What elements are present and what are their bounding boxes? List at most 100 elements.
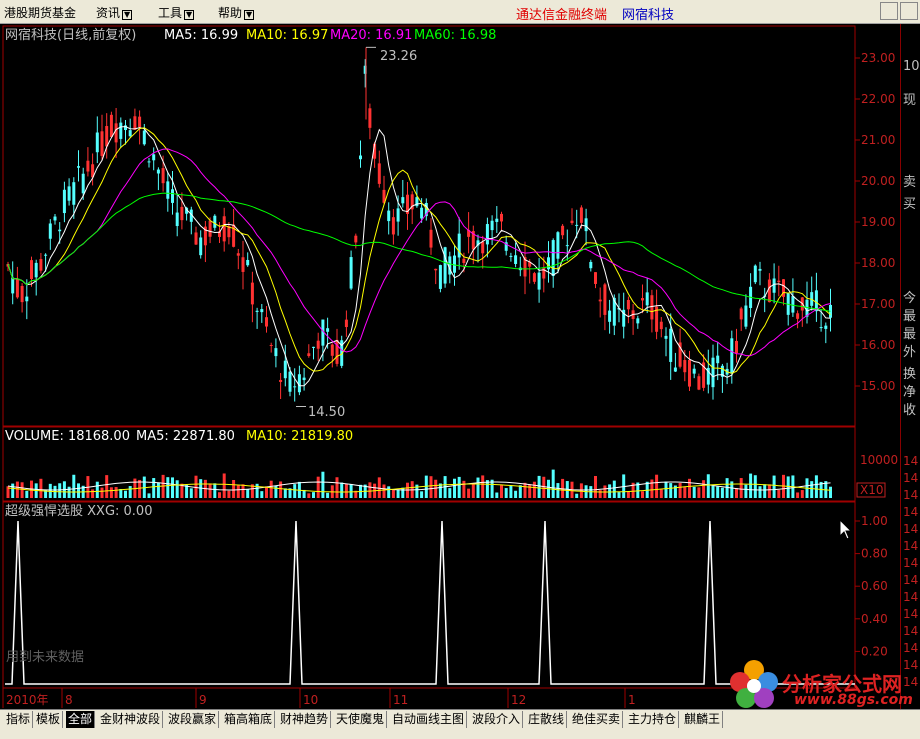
tab-item[interactable]: 箱高箱底 bbox=[222, 711, 276, 728]
volume-bar bbox=[739, 478, 743, 498]
volume-bar bbox=[608, 484, 612, 498]
volume-bar bbox=[542, 476, 546, 498]
volume-bar bbox=[340, 482, 344, 498]
right-panel-label: 外 bbox=[903, 345, 917, 360]
tab-item[interactable]: 模板 bbox=[34, 711, 64, 728]
volume-bar bbox=[185, 485, 189, 498]
volume-bar bbox=[697, 487, 701, 498]
right-panel-label: 净 bbox=[903, 385, 917, 400]
volume-bar bbox=[434, 479, 438, 498]
volume-bar bbox=[711, 485, 715, 498]
tab-item[interactable]: 绝佳买卖 bbox=[570, 711, 624, 728]
tab-item[interactable]: 波段介入 bbox=[470, 711, 524, 728]
candle-body bbox=[387, 210, 391, 222]
stock-chart[interactable]: 23.00 22.00 21.00 20.00 19.00 18.00 17.00 16.00… bbox=[0, 24, 900, 709]
candle-body bbox=[359, 155, 362, 160]
candle-body bbox=[434, 268, 438, 271]
stock-name-title: 网宿科技 bbox=[622, 8, 675, 23]
volume-bar bbox=[232, 479, 236, 498]
candle-body bbox=[142, 130, 146, 145]
tab-item[interactable]: 全部 bbox=[66, 711, 96, 728]
volume-bar bbox=[829, 486, 832, 498]
volume-bar bbox=[114, 487, 118, 498]
volume-bar bbox=[448, 488, 452, 498]
candle-body bbox=[735, 340, 738, 354]
volume-bar bbox=[810, 481, 814, 498]
chevron-down-icon: ▼ bbox=[184, 10, 195, 20]
tab-item[interactable]: 指标 bbox=[4, 711, 34, 728]
candle-body bbox=[171, 189, 174, 203]
minimize-button[interactable] bbox=[880, 2, 898, 20]
volume-bar bbox=[786, 476, 790, 498]
volume-label: VOLUME: 18168.00 bbox=[5, 429, 130, 444]
volume-bar bbox=[138, 479, 142, 498]
menu-hk-futures[interactable]: 港股期货基金 bbox=[4, 4, 76, 21]
candle-body bbox=[246, 259, 250, 266]
candle-body bbox=[269, 344, 273, 346]
tab-item[interactable]: 天使魔鬼 bbox=[334, 711, 388, 728]
close-button[interactable] bbox=[900, 2, 918, 20]
price-tick-label: 16.00 bbox=[861, 338, 895, 352]
candle-body bbox=[180, 206, 184, 221]
volume-bar bbox=[391, 489, 395, 498]
ma60-label: MA60: 16.98 bbox=[414, 28, 496, 43]
volume-bar bbox=[147, 493, 151, 498]
volume-bar bbox=[20, 482, 24, 498]
menu-tools-label: 工具 bbox=[158, 6, 183, 20]
indicator-tick-label: 0.80 bbox=[861, 547, 888, 561]
tab-item[interactable]: 麒麟王 bbox=[682, 711, 724, 728]
high-price-label: 23.26 bbox=[380, 49, 417, 64]
right-panel-tick: 14 bbox=[903, 573, 919, 587]
candle-body bbox=[711, 357, 715, 388]
volume-bar bbox=[321, 471, 325, 498]
candle-body bbox=[805, 299, 809, 317]
volume-bar bbox=[655, 474, 659, 498]
candle-body bbox=[133, 116, 137, 130]
tab-item[interactable]: 庄散线 bbox=[526, 711, 568, 728]
right-panel-tick: 14 bbox=[903, 522, 919, 536]
tab-item[interactable]: 财神趋势 bbox=[278, 711, 332, 728]
candle-body bbox=[349, 257, 353, 289]
volume-bar bbox=[401, 487, 405, 498]
volume-bar bbox=[58, 483, 62, 498]
candle-body bbox=[147, 161, 151, 163]
tab-item[interactable]: 自动画线主图 bbox=[390, 711, 468, 728]
candle-body bbox=[368, 108, 372, 128]
tab-item[interactable]: 主力持仓 bbox=[626, 711, 680, 728]
candle-body bbox=[730, 338, 734, 374]
right-panel-label: 收 bbox=[903, 403, 917, 418]
candle-body bbox=[584, 218, 588, 232]
future-data-warning: 用到未来数据 bbox=[6, 650, 84, 665]
volume-bar bbox=[109, 487, 113, 498]
volume-bar bbox=[735, 488, 738, 498]
candle-body bbox=[457, 233, 461, 258]
volume-bar bbox=[387, 486, 391, 498]
volume-bar bbox=[650, 479, 654, 498]
candle-body bbox=[194, 232, 198, 245]
volume-bar bbox=[777, 489, 781, 498]
candle-body bbox=[509, 255, 513, 257]
candle-body bbox=[293, 386, 297, 388]
candle-body bbox=[500, 213, 503, 222]
candle-body bbox=[767, 279, 771, 303]
menu-tools[interactable]: 工具 ▼ bbox=[158, 4, 195, 21]
candle-body bbox=[11, 277, 15, 294]
menu-news[interactable]: 资讯 ▼ bbox=[96, 4, 133, 21]
candle-body bbox=[669, 328, 673, 362]
candle-body bbox=[260, 309, 264, 313]
candle-body bbox=[48, 223, 52, 239]
menu-help[interactable]: 帮助 ▼ bbox=[218, 4, 255, 21]
price-tick-label: 18.00 bbox=[861, 256, 895, 270]
candle-body bbox=[67, 186, 71, 201]
volume-bar bbox=[156, 482, 160, 498]
right-panel-tick: 14 bbox=[903, 641, 919, 655]
candle-body bbox=[100, 131, 104, 156]
tab-item[interactable]: 波段赢家 bbox=[166, 711, 220, 728]
candle-body bbox=[739, 308, 743, 320]
date-tick-label: 8 bbox=[65, 693, 73, 707]
flower-logo-icon bbox=[730, 660, 778, 708]
volume-bar bbox=[11, 483, 15, 498]
right-panel-tick: 14 bbox=[903, 590, 919, 604]
candle-body bbox=[626, 299, 630, 310]
tab-item[interactable]: 金财神波段 bbox=[98, 711, 164, 728]
